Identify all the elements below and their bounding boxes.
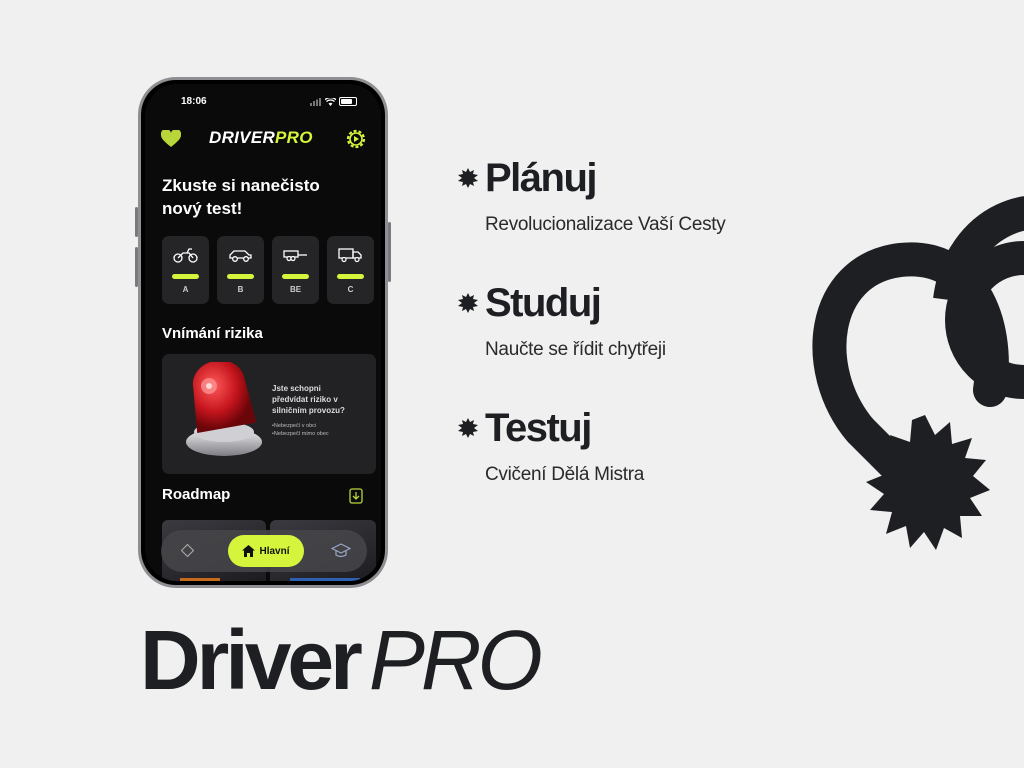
tab-home[interactable]: Hlavní: [228, 535, 304, 567]
risk-section-title: Vnímání rizika: [162, 325, 263, 342]
feature-subtitle: Cvičení Dělá Mistra: [485, 464, 645, 485]
feature-subtitle: Revolucionalizace Vaší Cesty: [485, 214, 726, 235]
category-progress-bar: [282, 274, 309, 279]
starburst-bullet-icon: [458, 418, 478, 438]
risk-perception-card[interactable]: Jste schopni předvídat riziko v silniční…: [162, 354, 376, 474]
roadmap-image-strip: [180, 578, 220, 581]
volume-up-button: [135, 207, 138, 237]
feature-title: Studuj: [485, 281, 602, 325]
feature-subtitle: Naučte se řídit chytřeji: [485, 339, 666, 360]
license-categories: A B BE C: [162, 236, 374, 304]
volume-down-button: [135, 247, 138, 287]
category-label: A: [182, 285, 189, 294]
truck-icon: [338, 248, 362, 263]
siren-image: [186, 362, 262, 456]
graduation-cap-icon[interactable]: [331, 542, 351, 559]
diamond-icon[interactable]: [181, 544, 194, 557]
motorcycle-icon: [173, 248, 198, 263]
app-header: DRIVERPRO: [161, 128, 367, 150]
category-progress-bar: [172, 274, 199, 279]
category-card-a[interactable]: A: [162, 236, 209, 304]
roadmap-section-title: Roadmap: [162, 486, 231, 503]
category-card-be[interactable]: BE: [272, 236, 319, 304]
category-card-b[interactable]: B: [217, 236, 264, 304]
risk-question: Jste schopni předvídat riziko v silniční…: [272, 383, 372, 416]
heading-line-2: nový test!: [162, 199, 243, 218]
signal-icon: [310, 97, 321, 106]
feature-title: Testuj: [485, 406, 592, 450]
category-label: BE: [289, 285, 302, 294]
car-trailer-icon: [283, 250, 307, 262]
brand-wordmark: Driver PRO: [140, 612, 543, 709]
tab-home-label: Hlavní: [259, 545, 290, 557]
risk-question-line: předvídat riziko v: [272, 395, 338, 404]
category-label: C: [347, 285, 354, 294]
risk-question-line: Jste schopni: [272, 384, 321, 393]
starburst-bullet-icon: [458, 293, 478, 313]
category-card-c[interactable]: C: [327, 236, 374, 304]
risk-question-line: silničním provozu?: [272, 406, 345, 415]
power-button: [388, 222, 391, 282]
logo-accent: PRO: [275, 128, 313, 147]
category-progress-bar: [227, 274, 254, 279]
download-icon[interactable]: [349, 488, 363, 504]
roadmap-image-strip: [290, 578, 360, 581]
heart-icon[interactable]: [161, 130, 181, 148]
decorative-lightbulb-shape: [812, 196, 1024, 550]
app-logo: DRIVERPRO: [209, 128, 313, 148]
category-label: B: [237, 285, 244, 294]
category-progress-bar: [337, 274, 364, 279]
risk-bullet: •Nebezpečí mimo obec: [272, 431, 329, 437]
brand-part-1: Driver: [140, 613, 363, 707]
bottom-tab-bar: Hlavní: [161, 530, 367, 572]
phone-mockup: 18:06 DRIVERPRO Zkuste si nanečisto nový…: [135, 77, 391, 588]
logo-main: DRIVER: [209, 128, 276, 147]
heading-line-1: Zkuste si nanečisto: [162, 176, 320, 195]
phone-screen: 18:06 DRIVERPRO Zkuste si nanečisto nový…: [145, 84, 381, 581]
risk-bullets: •Nebezpečí v obci •Nebezpečí mimo obec: [272, 422, 329, 438]
status-time: 18:06: [181, 96, 207, 107]
status-bar: 18:06: [173, 96, 357, 110]
car-icon: [229, 250, 252, 262]
battery-icon: [339, 97, 357, 106]
starburst-bullet-icon: [458, 168, 478, 188]
settings-gear-icon[interactable]: [345, 128, 367, 150]
feature-title: Plánuj: [485, 156, 598, 200]
brand-part-2: PRO: [368, 613, 543, 707]
page-heading: Zkuste si nanečisto nový test!: [162, 174, 320, 220]
risk-bullet: •Nebezpečí v obci: [272, 423, 317, 429]
wifi-icon: [325, 97, 336, 106]
home-icon: [242, 545, 256, 557]
